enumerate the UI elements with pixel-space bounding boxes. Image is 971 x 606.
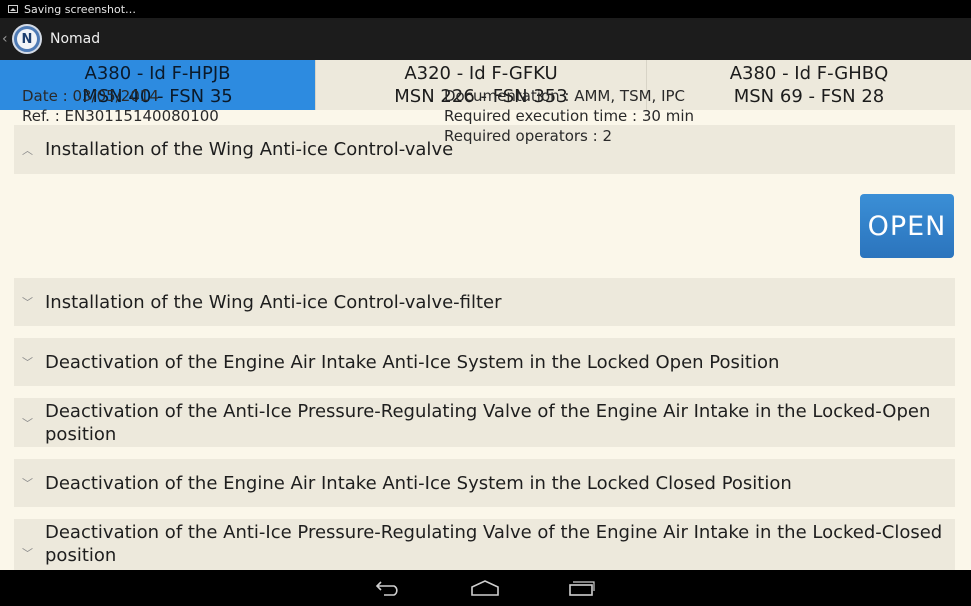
chevron-down-icon: ﹀ [22,416,33,430]
open-button[interactable]: OPEN [860,194,954,258]
back-icon[interactable] [372,578,402,598]
procedure-header[interactable]: ﹀ Installation of the Wing Anti-ice Cont… [14,278,955,326]
chevron-down-icon: ﹀ [22,477,33,490]
chevron-down-icon: ﹀ [22,296,33,309]
tab-line1: A380 - Id F-HPJB [84,63,231,84]
app-logo[interactable]: N [12,24,42,54]
recent-apps-icon[interactable] [566,578,596,598]
procedure-details: Date : 03/05/2014 Ref. : EN3011514008010… [22,86,957,166]
procedure-header[interactable]: ﹀ Deactivation of the Anti-Ice Pressure-… [14,398,955,447]
app-title: Nomad [50,31,101,47]
navigation-bar [0,570,971,606]
procedure-header[interactable]: ﹀ Deactivation of the Engine Air Intake … [14,459,955,507]
logo-letter: N [17,29,37,49]
exec-time-label: Required execution time : 30 min [444,107,695,125]
tab-line1: A380 - Id F-GHBQ [729,63,889,84]
ref-label: Ref. : EN30115140080100 [22,107,219,125]
home-icon[interactable] [470,578,500,598]
date-label: Date : 03/05/2014 [22,87,159,105]
procedure-list: ︿ Installation of the Wing Anti-ice Cont… [0,110,971,570]
procedure-title: Deactivation of the Engine Air Intake An… [45,351,780,373]
procedure-header[interactable]: ﹀ Deactivation of the Engine Air Intake … [14,338,955,386]
chevron-left-icon[interactable]: ‹ [2,31,10,47]
chevron-down-icon: ﹀ [22,547,33,560]
status-text: Saving screenshot… [24,2,137,16]
operators-label: Required operators : 2 [444,127,612,145]
documentation-label: Documentation : AMM, TSM, IPC [444,87,686,105]
procedure-title: Deactivation of the Anti-Ice Pressure-Re… [45,522,943,566]
chevron-down-icon: ﹀ [22,356,33,369]
procedure-title: Deactivation of the Engine Air Intake An… [45,472,792,494]
screenshot-icon [8,5,18,13]
procedure-title: Deactivation of the Anti-Ice Pressure-Re… [45,400,931,445]
tab-line1: A320 - Id F-GFKU [404,63,558,84]
procedure-title: Installation of the Wing Anti-ice Contro… [45,291,502,313]
action-bar: ‹ N Nomad [0,18,971,60]
procedure-header[interactable]: ﹀ Deactivation of the Anti-Ice Pressure-… [14,519,955,570]
status-bar: Saving screenshot… [0,0,971,18]
